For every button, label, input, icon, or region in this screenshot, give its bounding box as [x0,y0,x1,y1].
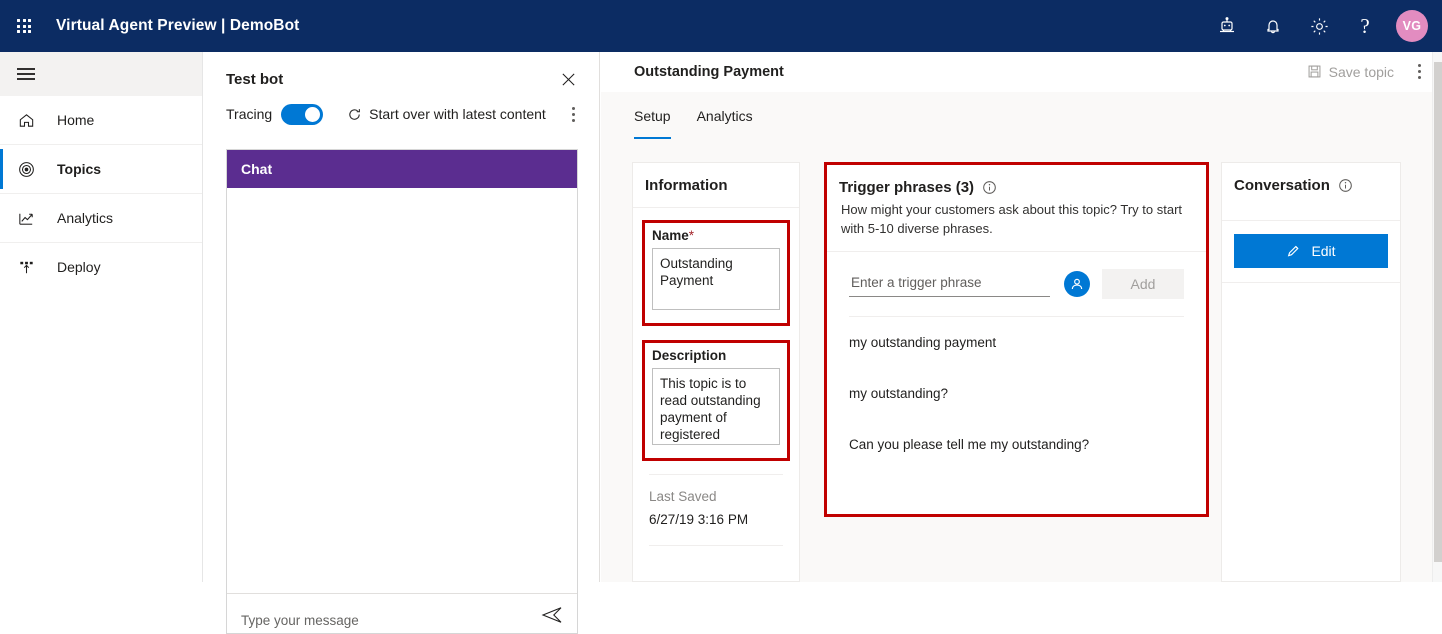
trigger-phrases-panel: Trigger phrases (3) How might your custo… [824,162,1209,517]
information-panel: Information Name* Description Last Saved… [632,162,800,582]
refresh-icon [349,108,361,120]
save-topic-button[interactable]: Save topic [1301,60,1400,84]
description-field-group: Description [642,340,790,461]
bell-icon[interactable] [1250,0,1296,52]
topbar-icon-group: ? VG [1204,0,1442,52]
conversation-body: Edit [1222,221,1400,268]
topic-panels: Information Name* Description Last Saved… [601,162,1442,582]
last-saved-label: Last Saved [649,489,717,504]
trigger-phrase-item[interactable]: my outstanding? [827,368,1206,419]
sidebar-item-analytics[interactable]: Analytics [0,194,202,242]
topic-header-actions: Save topic [1301,59,1432,85]
chat-message-list [227,188,577,593]
chat-input-placeholder[interactable]: Type your message [241,599,359,628]
edit-conversation-button[interactable]: Edit [1234,234,1388,268]
sidebar-item-topics[interactable]: Topics [0,145,202,193]
conversation-panel-title: Conversation [1222,163,1400,207]
test-bot-title: Test bot [226,70,284,88]
save-topic-label: Save topic [1328,63,1394,80]
scrollbar-thumb[interactable] [1434,62,1442,562]
chat-input-row: Type your message [227,593,577,633]
trigger-phrases-title-text: Trigger phrases (3) [839,179,975,196]
tracing-label: Tracing [226,106,273,122]
trigger-input-row: Add [827,252,1206,299]
help-icon[interactable]: ? [1342,0,1388,52]
information-panel-title: Information [633,163,799,208]
trigger-phrases-title: Trigger phrases (3) [827,165,1206,200]
sidebar-item-label: Deploy [57,259,101,275]
tab-analytics[interactable]: Analytics [697,108,753,139]
sidebar: Home Topics Analytics Deploy [0,52,203,582]
information-divider-bottom [649,545,783,546]
main-content: Outstanding Payment Save topic Setup Ana… [601,52,1442,582]
gear-icon[interactable] [1296,0,1342,52]
test-bot-panel: Test bot Tracing Start over with latest … [204,52,600,634]
pencil-icon [1288,245,1299,257]
name-label: Name* [652,228,780,243]
tab-setup[interactable]: Setup [634,108,671,139]
sidebar-item-home[interactable]: Home [0,96,202,144]
name-label-text: Name [652,228,689,243]
name-input[interactable] [652,248,780,310]
name-field-group: Name* [642,220,790,326]
person-circle-icon[interactable] [1064,271,1090,297]
page-title: Outstanding Payment [634,63,784,80]
conversation-panel: Conversation Edit [1221,162,1401,582]
trigger-phrase-item[interactable]: my outstanding payment [827,317,1206,368]
chat-container: Chat Type your message [226,149,578,634]
home-icon [17,111,43,130]
trigger-phrase-item[interactable]: Can you please tell me my outstanding? [827,419,1206,470]
trigger-phrase-input[interactable] [849,271,1050,297]
app-title: Virtual Agent Preview | DemoBot [56,17,300,34]
chat-header: Chat [227,150,577,188]
app-launcher-icon[interactable] [0,0,48,52]
info-icon[interactable] [1338,178,1353,193]
conversation-panel-title-text: Conversation [1234,177,1330,194]
bot-icon[interactable] [1204,0,1250,52]
sidebar-item-deploy[interactable]: Deploy [0,243,202,291]
help-glyph: ? [1360,13,1370,38]
deploy-icon [17,258,43,277]
analytics-icon [17,209,43,228]
start-over-label: Start over with latest content [369,106,546,122]
required-asterisk: * [688,228,695,243]
description-label: Description [652,348,727,363]
test-bot-header: Test bot [204,52,599,92]
topics-icon [17,160,43,179]
send-icon[interactable] [541,606,563,629]
test-bot-controls: Tracing Start over with latest content [204,92,599,126]
sidebar-item-label: Topics [57,161,102,177]
add-trigger-phrase-button[interactable]: Add [1102,269,1184,299]
info-icon[interactable] [982,180,997,195]
toggle-knob [305,106,321,122]
last-saved-value: 6/27/19 3:16 PM [649,512,749,527]
edit-button-label: Edit [1311,243,1336,259]
vertical-scrollbar[interactable] [1432,52,1442,582]
tracing-toggle[interactable] [281,103,324,125]
trigger-phrases-description: How might your customers ask about this … [841,202,1183,236]
save-disk-icon [1308,65,1321,78]
start-over-button[interactable]: Start over with latest content [347,106,546,122]
conversation-divider-bottom [1222,282,1400,283]
topic-tabs: Setup Analytics [601,92,1442,139]
topic-more-icon[interactable] [1406,59,1432,85]
description-input[interactable] [652,368,780,445]
sidebar-item-label: Home [57,112,95,128]
topic-header: Outstanding Payment Save topic [601,52,1442,92]
top-app-bar: Virtual Agent Preview | DemoBot ? VG [0,0,1442,52]
sidebar-item-label: Analytics [57,210,114,226]
hamburger-menu-icon[interactable] [0,52,202,96]
avatar[interactable]: VG [1396,10,1428,42]
close-icon[interactable] [555,66,581,92]
test-bot-more-icon[interactable] [561,102,585,126]
